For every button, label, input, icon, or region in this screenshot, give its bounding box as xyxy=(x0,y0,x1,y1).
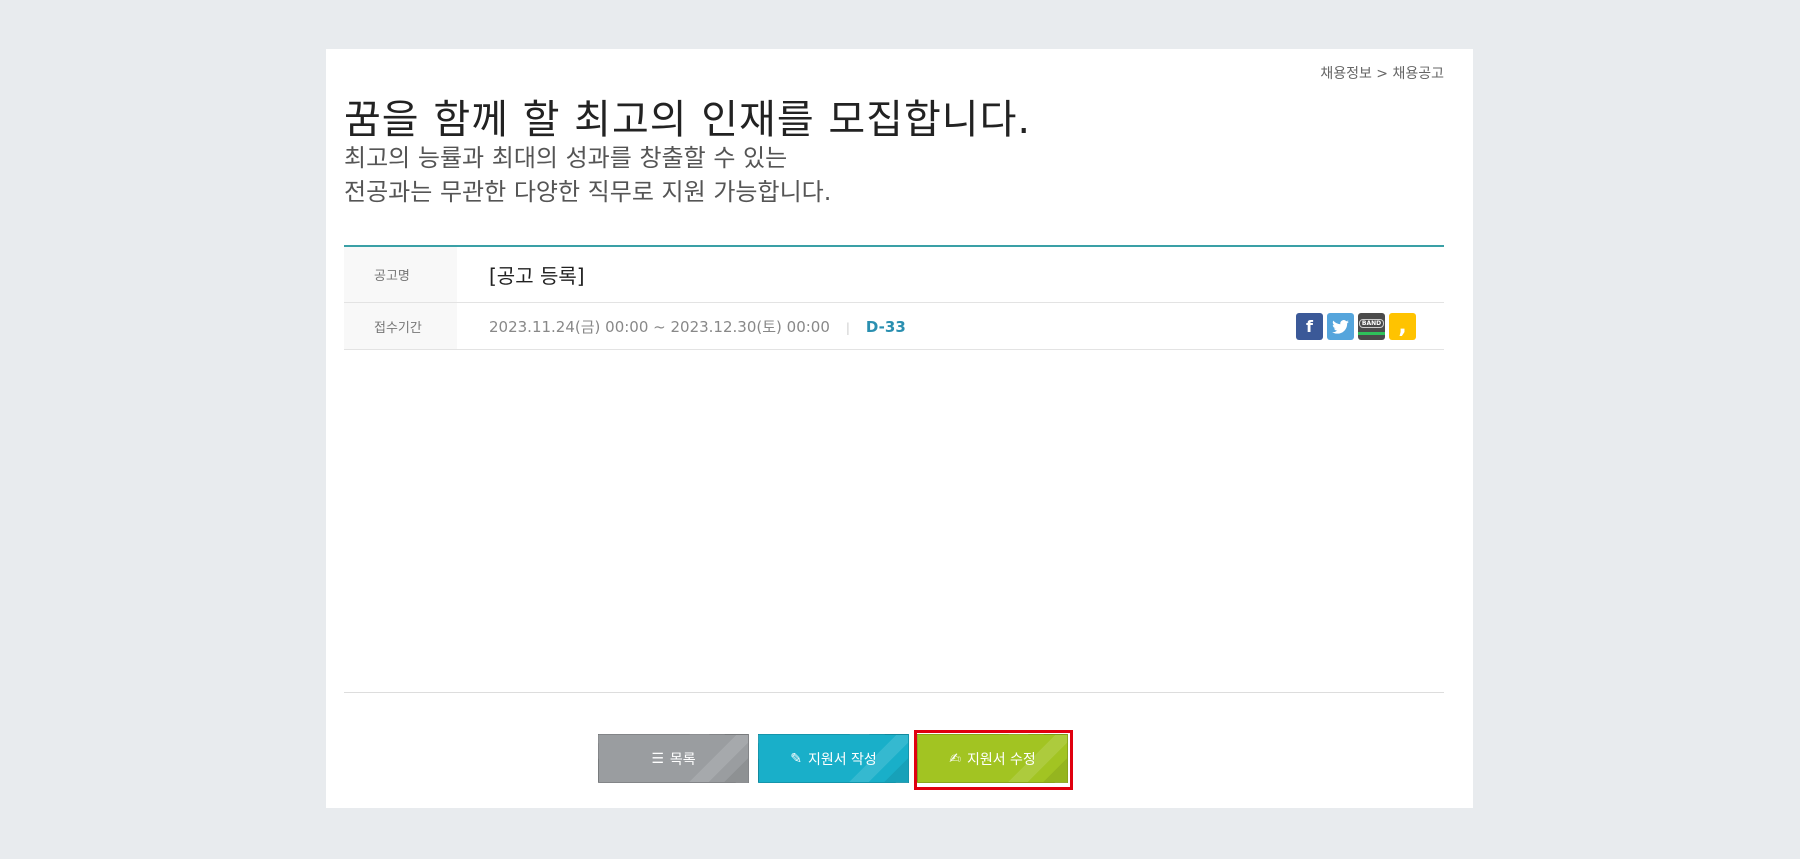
dday-badge: D-33 xyxy=(865,317,906,336)
band-icon[interactable]: BAND xyxy=(1358,313,1385,340)
twitter-icon[interactable] xyxy=(1327,313,1354,340)
page-subtitle: 최고의 능률과 최대의 성과를 창출할 수 있는 전공과는 무관한 다양한 직무… xyxy=(344,141,831,209)
edit-application-button[interactable]: ✍ 지원서 수정 xyxy=(917,734,1068,783)
share-icons: f BAND , xyxy=(1296,313,1416,340)
list-icon: ☰ xyxy=(651,750,664,767)
band-stripe xyxy=(1358,331,1385,335)
page-title: 꿈을 함께 할 최고의 인재를 모집합니다. xyxy=(344,97,1032,143)
posting-name: [공고 등록] xyxy=(489,264,585,288)
posting-period: 2023.11.24(금) 00:00 ~ 2023.12.30(토) 00:0… xyxy=(457,316,906,337)
pencil-icon: ✎ xyxy=(790,750,802,767)
content-divider xyxy=(344,692,1444,693)
facebook-icon[interactable]: f xyxy=(1296,313,1323,340)
posting-period-row: 접수기간 2023.11.24(금) 00:00 ~ 2023.12.30(토)… xyxy=(344,303,1444,350)
list-button[interactable]: ☰ 목록 xyxy=(598,734,749,783)
write-application-button[interactable]: ✎ 지원서 작성 xyxy=(758,734,909,783)
posting-info-table: 공고명 [공고 등록] 접수기간 2023.11.24(금) 00:00 ~ 2… xyxy=(344,245,1444,350)
edit-button-label: 지원서 수정 xyxy=(966,751,1036,768)
edit-icon: ✍ xyxy=(949,750,961,767)
write-button-label: 지원서 작성 xyxy=(807,751,877,768)
kakaostory-icon[interactable]: , xyxy=(1389,313,1416,340)
job-posting-page: 채용정보 > 채용공고 꿈을 함께 할 최고의 인재를 모집합니다. 최고의 능… xyxy=(326,49,1473,808)
subtitle-line: 전공과는 무관한 다양한 직무로 지원 가능합니다. xyxy=(344,178,832,206)
posting-name-label: 공고명 xyxy=(344,247,457,302)
list-button-label: 목록 xyxy=(669,751,696,768)
breadcrumb: 채용정보 > 채용공고 xyxy=(1320,66,1444,82)
separator: | xyxy=(845,320,850,335)
posting-name-row: 공고명 [공고 등록] xyxy=(344,247,1444,303)
subtitle-line: 최고의 능률과 최대의 성과를 창출할 수 있는 xyxy=(344,144,788,172)
posting-period-label: 접수기간 xyxy=(344,303,457,349)
band-label: BAND xyxy=(1358,318,1385,328)
period-text: 2023.11.24(금) 00:00 ~ 2023.12.30(토) 00:0… xyxy=(489,317,830,336)
